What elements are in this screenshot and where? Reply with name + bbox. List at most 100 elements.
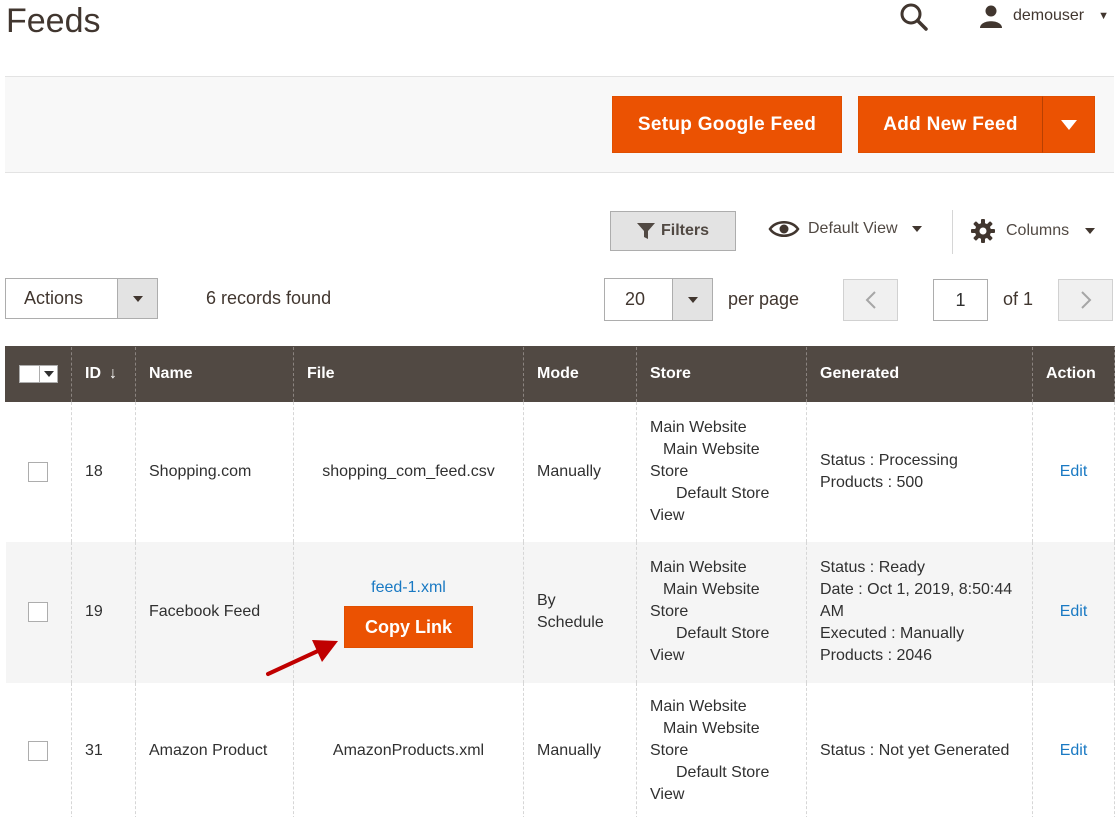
store-group: Main Website (663, 719, 760, 737)
gear-icon (971, 219, 995, 243)
row-checkbox[interactable] (28, 461, 49, 482)
user-name: demouser (1012, 7, 1085, 24)
copy-link-button[interactable]: Copy Link (343, 605, 473, 648)
edit-link[interactable]: Edit (1060, 742, 1088, 759)
cell-file: shopping_com_feed.csv (293, 401, 524, 542)
table-row: 18 Shopping.com shopping_com_feed.csv Ma… (5, 401, 1115, 542)
page-actions-bar: Setup Google Feed Add New Feed (5, 76, 1114, 173)
generated-status: Status : Not yet Generated (820, 741, 1010, 759)
search-icon[interactable] (899, 2, 929, 32)
column-header-generated[interactable]: Generated (806, 346, 1033, 402)
cell-generated: Status : Ready Date : Oct 1, 2019, 8:50:… (806, 541, 1033, 683)
current-page-input[interactable]: 1 (933, 279, 988, 321)
user-icon (979, 5, 1002, 28)
generated-status: Status : Processing (820, 451, 958, 469)
store-view-cont: View (650, 785, 685, 803)
cell-id: 19 (71, 541, 136, 683)
chevron-down-icon (1060, 119, 1077, 130)
cell-name: Amazon Product (135, 682, 294, 817)
add-new-feed-button[interactable]: Add New Feed (858, 96, 1043, 153)
view-label: Default View (808, 220, 898, 237)
store-website: Main Website (650, 559, 747, 576)
store-group: Main Website (663, 581, 760, 598)
generated-products: Products : 2046 (820, 647, 933, 664)
generated-date: Date : Oct 1, 2019, 8:50:44 (820, 581, 1013, 598)
mass-select-checkbox[interactable] (19, 365, 58, 384)
per-page-select[interactable]: 20 (604, 278, 713, 321)
cell-store: Main Website Main Website Store Default … (636, 541, 807, 683)
chevron-right-icon (1080, 291, 1091, 309)
next-page-button[interactable] (1058, 279, 1113, 321)
view-switcher[interactable]: Default View (768, 218, 922, 240)
previous-page-button[interactable] (843, 279, 898, 321)
cell-file: AmazonProducts.xml (293, 682, 524, 817)
chevron-left-icon (865, 291, 876, 309)
store-view-cont: View (650, 647, 685, 664)
column-header-action[interactable]: Action (1032, 346, 1115, 402)
store-group-cont: Store (650, 603, 689, 620)
column-header-store[interactable]: Store (636, 346, 807, 402)
column-header-mode[interactable]: Mode (523, 346, 637, 402)
sort-descending-icon: ↓ (109, 365, 117, 383)
page-total: of 1 (1003, 289, 1034, 309)
store-website: Main Website (650, 697, 747, 715)
column-header-name[interactable]: Name (135, 346, 294, 402)
column-label: ID (85, 365, 101, 383)
chevron-down-icon (672, 279, 712, 320)
chevron-down-icon: ▼ (1098, 10, 1109, 22)
chevron-down-icon (117, 279, 157, 318)
columns-label: Columns (1006, 222, 1070, 239)
mass-select-header[interactable] (5, 346, 72, 402)
per-page-label: per page (728, 289, 800, 309)
store-view: Default Store (676, 484, 770, 502)
file-link[interactable]: feed-1.xml (307, 577, 510, 599)
edit-link[interactable]: Edit (1060, 603, 1088, 620)
chevron-down-icon (40, 365, 58, 384)
records-count: 6 records found (206, 288, 332, 308)
eye-icon (768, 221, 800, 237)
feeds-grid: ID ↓ Name File Mode Store Generated Actio… (5, 346, 1115, 817)
column-header-id[interactable]: ID ↓ (71, 346, 136, 402)
generated-products: Products : 500 (820, 473, 924, 491)
generated-status: Status : Ready (820, 559, 925, 576)
store-group-cont: Store (650, 462, 689, 480)
store-group-cont: Store (650, 741, 689, 759)
page-title: Feeds (6, 2, 101, 40)
edit-link[interactable]: Edit (1060, 463, 1088, 480)
grid-header-row: ID ↓ Name File Mode Store Generated Actio… (5, 346, 1115, 402)
divider (952, 210, 953, 254)
filter-icon (636, 223, 655, 239)
per-page-value: 20 (625, 289, 646, 309)
row-checkbox[interactable] (28, 740, 49, 761)
filters-button[interactable]: Filters (610, 211, 736, 251)
row-checkbox[interactable] (28, 602, 49, 622)
cell-mode: By Schedule (523, 541, 637, 683)
setup-google-feed-button[interactable]: Setup Google Feed (612, 96, 842, 153)
chevron-down-icon (1085, 228, 1096, 234)
user-account-menu[interactable]: demouser ▼ (979, 4, 1109, 28)
cell-mode: Manually (523, 401, 637, 542)
cell-id: 18 (71, 401, 136, 542)
cell-store: Main Website Main Website Store Default … (636, 401, 807, 542)
cell-name: Shopping.com (135, 401, 294, 542)
cell-store: Main Website Main Website Store Default … (636, 682, 807, 817)
store-website: Main Website (650, 418, 747, 436)
generated-executed: Executed : Manually (820, 625, 965, 642)
chevron-down-icon (911, 226, 922, 232)
column-header-file[interactable]: File (293, 346, 524, 402)
cell-generated: Status : Processing Products : 500 (806, 401, 1033, 542)
add-new-feed-dropdown-toggle[interactable] (1042, 96, 1095, 153)
columns-switcher[interactable]: Columns (970, 218, 1096, 244)
generated-date-cont: AM (820, 603, 844, 620)
cell-mode: Manually (523, 682, 637, 817)
store-view-cont: View (650, 506, 685, 524)
cell-generated: Status : Not yet Generated (806, 682, 1033, 817)
mass-actions-label: Actions (24, 288, 84, 308)
store-group: Main Website (663, 440, 760, 458)
store-view: Default Store (676, 625, 770, 642)
mass-actions-select[interactable]: Actions (5, 278, 158, 319)
filters-label: Filters (660, 222, 709, 239)
table-row: 19 Facebook Feed feed-1.xml Copy Link By… (5, 541, 1115, 683)
store-view: Default Store (676, 763, 770, 781)
annotation-arrow-icon (266, 640, 338, 676)
